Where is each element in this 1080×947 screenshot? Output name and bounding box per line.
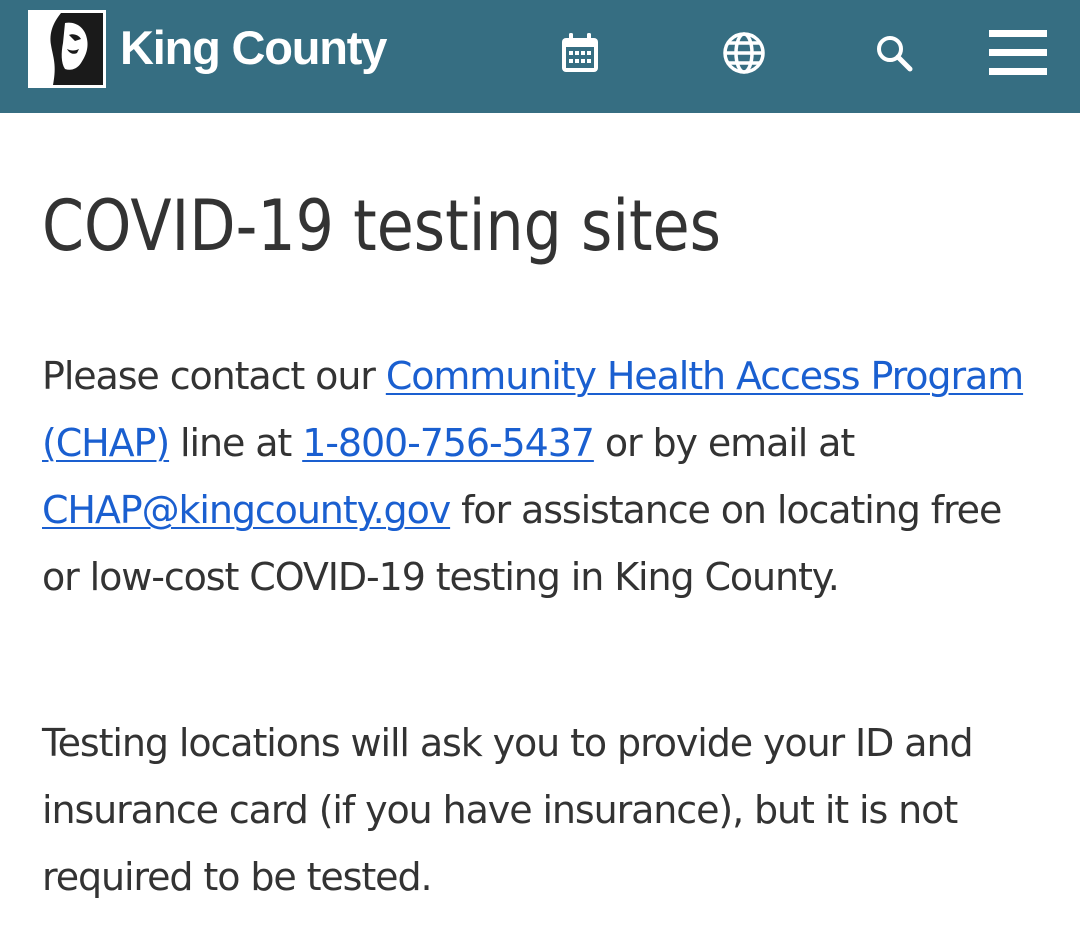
calendar-button[interactable] bbox=[551, 24, 609, 82]
brand-name: King County bbox=[120, 20, 387, 74]
para-text: line at bbox=[169, 421, 303, 465]
calendar-icon bbox=[560, 32, 600, 74]
hamburger-menu-icon bbox=[989, 28, 1047, 78]
testing-requirements-paragraph: Testing locations will ask you to provid… bbox=[42, 721, 974, 899]
globe-icon bbox=[722, 31, 766, 75]
main-content: COVID-19 testing sites Please contact ou… bbox=[0, 113, 1080, 947]
para-text: or by email at bbox=[593, 421, 855, 465]
email-link[interactable]: CHAP@kingcounty.gov bbox=[42, 488, 451, 532]
search-icon bbox=[874, 33, 914, 73]
chap-contact-paragraph: Please contact our Community Health Acce… bbox=[42, 343, 1042, 611]
search-button[interactable] bbox=[865, 24, 923, 82]
site-header: King County bbox=[0, 0, 1080, 113]
home-logo-link[interactable]: King County bbox=[28, 9, 387, 89]
king-county-logo-icon bbox=[28, 10, 106, 88]
menu-button[interactable] bbox=[985, 24, 1051, 82]
page-title: COVID-19 testing sites bbox=[42, 185, 722, 267]
para-text: Please contact our bbox=[42, 354, 386, 398]
phone-link[interactable]: 1-800-756-5437 bbox=[302, 421, 595, 465]
language-button[interactable] bbox=[715, 24, 773, 82]
